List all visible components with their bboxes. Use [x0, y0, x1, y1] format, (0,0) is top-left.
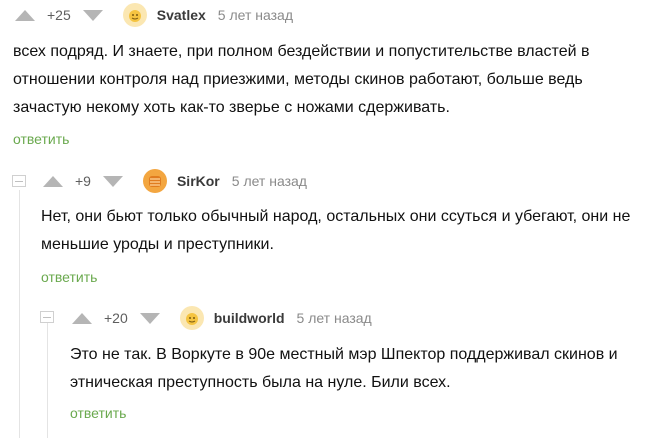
- upvote-icon[interactable]: [43, 175, 63, 187]
- comment-rating: +25: [47, 7, 71, 23]
- user-avatar-icon[interactable]: [142, 169, 167, 193]
- reply-link[interactable]: ответить: [13, 131, 69, 147]
- upvote-icon[interactable]: [72, 312, 92, 324]
- comment-time: 5 лет назад: [217, 7, 293, 23]
- downvote-icon[interactable]: [82, 9, 103, 21]
- comment-username[interactable]: buildworld: [214, 310, 285, 326]
- comment-username[interactable]: SirKor: [177, 173, 220, 189]
- comment-header: +25 Svatlex 5 лет назад: [15, 1, 293, 29]
- comment-header: +20 buildworld 5 лет назад: [72, 304, 372, 332]
- thread-line: [19, 190, 20, 438]
- default-avatar-icon[interactable]: [122, 3, 147, 27]
- comment-time: 5 лет назад: [231, 173, 307, 189]
- comment-time: 5 лет назад: [296, 310, 372, 326]
- collapse-thread-icon[interactable]: [40, 311, 54, 323]
- comment-header: +9 SirKor 5 лет назад: [43, 167, 307, 195]
- comment-rating: +20: [104, 310, 128, 326]
- downvote-icon[interactable]: [139, 312, 160, 324]
- reply-link[interactable]: ответить: [41, 269, 97, 285]
- default-avatar-icon[interactable]: [179, 306, 204, 330]
- upvote-icon[interactable]: [15, 9, 35, 21]
- comment-text: всех подряд. И знаете, при полном бездей…: [13, 43, 590, 116]
- comment-text: Нет, они бьют только обычный народ, оста…: [41, 208, 631, 253]
- collapse-thread-icon[interactable]: [12, 175, 26, 187]
- thread-line: [47, 322, 48, 438]
- reply-link[interactable]: ответить: [70, 405, 126, 421]
- comment-username[interactable]: Svatlex: [157, 7, 206, 23]
- comment-rating: +9: [75, 173, 91, 189]
- comment-text: Это не так. В Воркуте в 90е местный мэр …: [70, 346, 618, 391]
- downvote-icon[interactable]: [102, 175, 123, 187]
